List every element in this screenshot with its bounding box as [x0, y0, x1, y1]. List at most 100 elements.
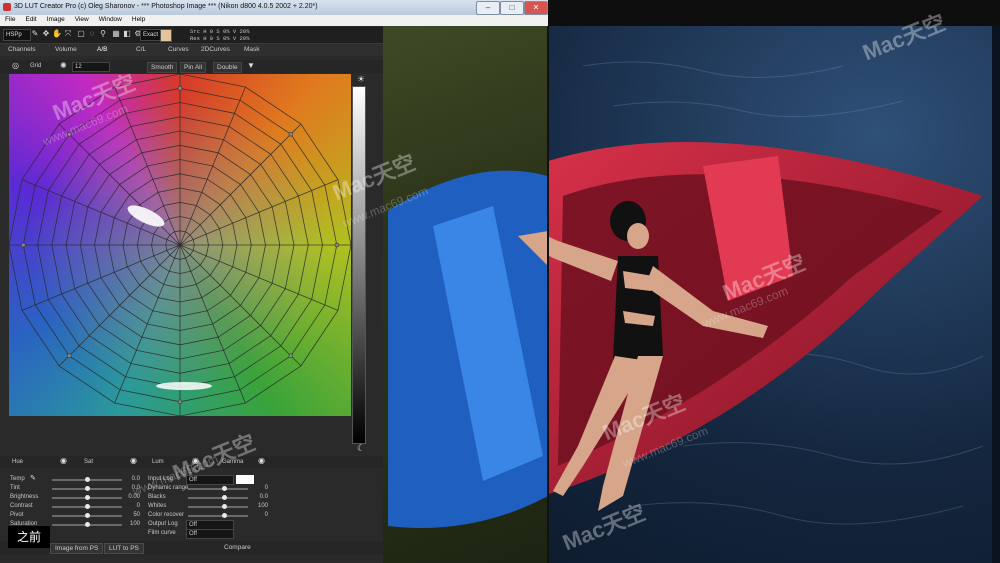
- tab-channels[interactable]: Channels: [8, 46, 35, 53]
- scale-icon[interactable]: ⤧: [63, 29, 73, 39]
- color-recover-value: 0: [264, 512, 268, 518]
- wheel-icon[interactable]: ✺: [60, 61, 67, 70]
- menu-file[interactable]: File: [0, 15, 20, 24]
- saturation-knob[interactable]: [85, 522, 90, 527]
- dynamic-range-slider[interactable]: [188, 486, 248, 491]
- hue-label: Hue: [12, 459, 24, 465]
- grid-size-select[interactable]: 12: [72, 62, 110, 72]
- zoom-icon[interactable]: ⚲: [98, 29, 108, 39]
- grid-control-point[interactable]: [334, 242, 340, 248]
- window-title: 3D LUT Creator Pro (c) Oleg Sharonov - *…: [14, 3, 318, 10]
- grid-spoke: [179, 244, 302, 367]
- moon-icon: ☾: [357, 443, 366, 453]
- film-curve-row: Film curve Off: [148, 529, 268, 539]
- target-icon[interactable]: ◎: [12, 61, 19, 70]
- grid-control-point[interactable]: [177, 86, 183, 91]
- contrast-slider[interactable]: [52, 504, 122, 509]
- blacks-value: 0.0: [259, 494, 268, 500]
- lut-to-ps-button[interactable]: LUT to PS: [104, 543, 144, 554]
- tab-volume[interactable]: Volume: [55, 46, 77, 53]
- brightness-knob[interactable]: [85, 495, 90, 500]
- image-from-ps-button[interactable]: Image from PS: [50, 543, 104, 554]
- color-swatch[interactable]: [160, 29, 172, 42]
- tab-bar: Channels Volume A/B C/L Curves 2DCurves …: [0, 44, 383, 56]
- dynamic-range-knob[interactable]: [222, 486, 227, 491]
- tab-ab[interactable]: A/B: [97, 46, 107, 53]
- whites-slider[interactable]: [188, 504, 248, 509]
- menu-edit[interactable]: Edit: [20, 15, 41, 24]
- grid-icon[interactable]: ▦: [111, 29, 121, 39]
- pivot-label: Pivot: [10, 512, 24, 518]
- tint-label: Tint: [10, 485, 20, 491]
- pan-icon[interactable]: ✋: [52, 29, 62, 39]
- compare-icon[interactable]: ◧: [122, 29, 132, 39]
- grid-control-point[interactable]: [66, 353, 72, 359]
- grid-control-point[interactable]: [288, 353, 294, 359]
- luminance-slider[interactable]: [352, 86, 366, 444]
- contrast-knob[interactable]: [85, 504, 90, 509]
- grid-control-point[interactable]: [21, 242, 26, 248]
- sample-highlight: [127, 205, 165, 227]
- move-icon[interactable]: ✥: [41, 29, 51, 39]
- maximize-button[interactable]: □: [500, 1, 524, 15]
- tint-knob[interactable]: [85, 486, 90, 491]
- dropdown-arrow-icon[interactable]: ▼: [247, 61, 255, 70]
- right-frame-edge: [992, 26, 1000, 563]
- contrast-row: Contrast 0: [10, 503, 145, 511]
- smooth-button[interactable]: Smooth: [147, 62, 178, 73]
- whites-row: Whites 100: [148, 503, 268, 511]
- pivot-slider[interactable]: [52, 513, 122, 518]
- pin-all-button[interactable]: Pin All: [180, 62, 207, 73]
- grid-label: Grid: [30, 63, 42, 69]
- color-recover-label: Color recover: [148, 512, 185, 518]
- blacks-slider[interactable]: [188, 495, 248, 500]
- menu-view[interactable]: View: [70, 15, 94, 24]
- grid-control-point[interactable]: [177, 399, 183, 405]
- color-recover-knob[interactable]: [222, 513, 227, 518]
- close-button[interactable]: ✕: [524, 1, 548, 15]
- saturation-slider[interactable]: [52, 522, 122, 527]
- compare-button[interactable]: Compare: [220, 543, 255, 552]
- exact-toggle[interactable]: Exact: [140, 29, 162, 41]
- grid-spoke: [21, 179, 181, 246]
- toolbar: HSPp ✎ ✥ ✋ ⤧ ▢ ◌ ⚲ ▦ ◧ ⚙ Exact Src H 0 S…: [0, 27, 383, 44]
- menu-image[interactable]: Image: [42, 15, 70, 24]
- gamma-reset-icon[interactable]: ◉: [258, 456, 265, 465]
- hue-reset-icon[interactable]: ◉: [60, 456, 67, 465]
- eyedropper-icon[interactable]: ✎: [30, 474, 36, 482]
- select-icon[interactable]: ▢: [76, 29, 86, 39]
- temp-knob[interactable]: [85, 477, 90, 482]
- double-button[interactable]: Double: [213, 62, 242, 73]
- tab-cl[interactable]: C/L: [136, 46, 146, 53]
- tint-slider[interactable]: [52, 486, 122, 491]
- white-swatch[interactable]: [236, 475, 254, 484]
- eyedropper-icon[interactable]: ✎: [30, 29, 40, 39]
- menu-help[interactable]: Help: [127, 15, 150, 24]
- contrast-label: Contrast: [10, 503, 33, 509]
- sat-reset-icon[interactable]: ◉: [130, 456, 137, 465]
- pivot-knob[interactable]: [85, 513, 90, 518]
- brightness-slider[interactable]: [52, 495, 122, 500]
- grid-control-point[interactable]: [288, 131, 294, 137]
- title-bar: 3D LUT Creator Pro (c) Oleg Sharonov - *…: [0, 0, 548, 15]
- pivot-row: Pivot 50: [10, 512, 145, 520]
- compare-split-line[interactable]: [547, 26, 549, 563]
- menu-window[interactable]: Window: [94, 15, 127, 24]
- temp-slider[interactable]: [52, 477, 122, 482]
- source-readout: Src H 0 S 0% V 20%: [190, 28, 250, 35]
- lasso-icon[interactable]: ◌: [87, 29, 97, 39]
- grid-spoke: [179, 86, 246, 246]
- mode-select[interactable]: HSPp: [3, 29, 31, 41]
- brightness-row: Brightness 0.00: [10, 494, 145, 502]
- tab-curves[interactable]: Curves: [168, 46, 189, 53]
- film-curve-select[interactable]: Off: [186, 529, 234, 539]
- blacks-knob[interactable]: [222, 495, 227, 500]
- tab-mask[interactable]: Mask: [244, 46, 260, 53]
- image-preview-before[interactable]: [383, 26, 548, 563]
- color-recover-slider[interactable]: [188, 513, 248, 518]
- tab-2dcurves[interactable]: 2DCurves: [201, 46, 230, 53]
- brightness-label: Brightness: [10, 494, 39, 500]
- whites-knob[interactable]: [222, 504, 227, 509]
- minimize-button[interactable]: –: [476, 1, 500, 15]
- whites-value: 100: [257, 503, 268, 509]
